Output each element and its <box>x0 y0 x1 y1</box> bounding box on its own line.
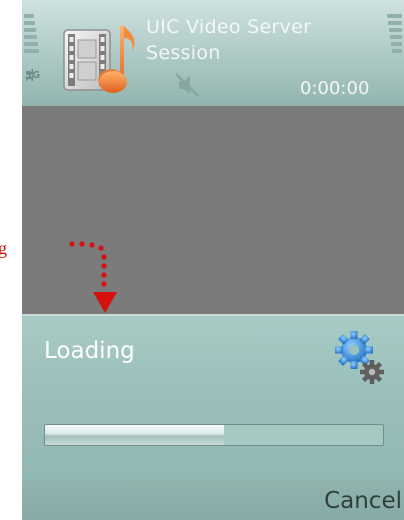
annotation-text: g <box>0 238 7 258</box>
loading-title: Loading <box>44 338 135 364</box>
gears-icon <box>335 331 384 384</box>
window-title-line2: Session <box>146 42 221 64</box>
loading-progress-fill <box>45 425 225 445</box>
video-display-area <box>22 106 404 314</box>
window-title: UIC Video Server Session <box>146 14 311 66</box>
network-sub-label: 1L <box>25 68 36 82</box>
speaker-muted-icon <box>175 73 199 97</box>
status-pane: 3G 1L UIC Video Server Session 0:00:00 <box>22 0 404 106</box>
softkey-bar: Cancel <box>22 480 404 520</box>
playback-timer: 0:00:00 <box>300 78 370 99</box>
signal-strength-icon <box>24 14 42 56</box>
loading-dialog: Loading <box>22 314 404 482</box>
video-music-app-icon <box>63 26 135 93</box>
cancel-button[interactable]: Cancel <box>324 488 402 514</box>
loading-progress-bar <box>44 424 384 446</box>
battery-level-icon <box>384 14 402 56</box>
window-title-line1: UIC Video Server <box>146 16 312 38</box>
phone-screen: 3G 1L UIC Video Server Session 0:00:00 L… <box>22 0 404 520</box>
